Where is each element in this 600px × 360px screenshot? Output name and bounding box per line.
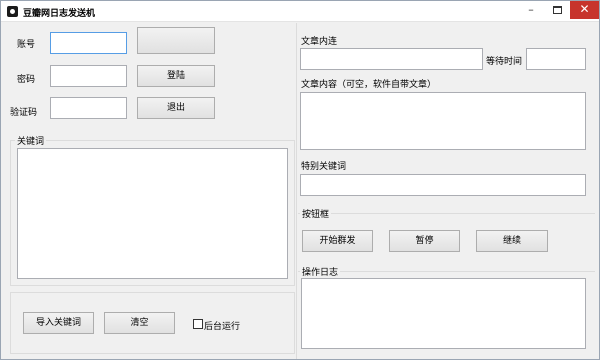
captcha-label: 验证码 (10, 108, 38, 118)
password-label: 密码 (17, 75, 36, 85)
background-run-checkbox[interactable] (193, 319, 203, 329)
captcha-input[interactable] (50, 97, 127, 119)
import-keywords-label: 导入关键词 (35, 318, 81, 328)
main-window: 豆瓣网日志发送机 – ✕ 账号 密码 登陆 验证码 退出 关键词 导入关键词 清… (0, 0, 600, 360)
continue-button[interactable]: 继续 (476, 230, 548, 252)
special-keywords-input[interactable] (300, 174, 586, 196)
account-label: 账号 (17, 40, 36, 50)
maximize-button[interactable] (544, 1, 570, 19)
app-icon (7, 6, 18, 17)
article-link-input[interactable] (300, 48, 483, 70)
pause-button[interactable]: 暂停 (389, 230, 460, 252)
wait-time-label: 等待时间 (486, 57, 523, 67)
controls-group-title: 按钮框 (300, 207, 332, 220)
close-button[interactable]: ✕ (570, 1, 599, 19)
special-keywords-label: 特别关键词 (301, 162, 347, 172)
exit-button[interactable]: 退出 (137, 97, 215, 119)
log-divider (298, 271, 595, 272)
title-bar: 豆瓣网日志发送机 – ✕ (1, 1, 599, 22)
clear-button-label: 清空 (130, 318, 149, 328)
keywords-group-title: 关键词 (15, 134, 47, 147)
start-sending-button[interactable]: 开始群发 (302, 230, 373, 252)
continue-button-label: 继续 (502, 236, 521, 246)
vertical-divider (296, 23, 297, 359)
article-content-textarea[interactable] (300, 92, 586, 150)
captcha-image-box[interactable] (137, 27, 215, 54)
minimize-button[interactable]: – (518, 1, 544, 19)
wait-time-input[interactable] (526, 48, 586, 70)
window-title: 豆瓣网日志发送机 (23, 9, 96, 19)
article-link-label: 文章内连 (301, 37, 338, 47)
login-button[interactable]: 登陆 (137, 65, 215, 87)
maximize-icon (552, 6, 562, 14)
operation-log-textarea[interactable] (301, 278, 586, 349)
article-content-label: 文章内容（可空，软件自带文章） (301, 80, 437, 90)
start-sending-label: 开始群发 (319, 236, 356, 246)
keywords-textarea[interactable] (17, 148, 288, 279)
controls-divider (298, 213, 595, 214)
log-group-title: 操作日志 (300, 265, 341, 278)
account-input[interactable] (50, 32, 127, 54)
clear-button[interactable]: 清空 (104, 312, 175, 334)
exit-button-label: 退出 (166, 103, 185, 113)
background-run-label: 后台运行 (204, 322, 241, 332)
password-input[interactable] (50, 65, 127, 87)
import-keywords-button[interactable]: 导入关键词 (23, 312, 94, 334)
login-button-label: 登陆 (166, 71, 185, 81)
pause-button-label: 暂停 (415, 236, 434, 246)
